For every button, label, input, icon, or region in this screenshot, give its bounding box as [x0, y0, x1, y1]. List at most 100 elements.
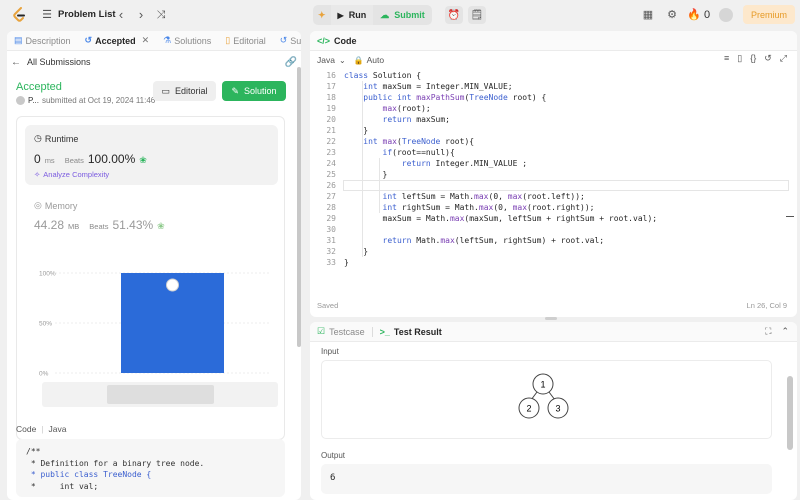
line-text: } [344, 170, 388, 179]
lock-icon: 🔒 [353, 55, 364, 65]
shuffle-icon[interactable]: ⤨ [154, 8, 168, 22]
code-editor-panel: </> Code Java ⌄ 🔒 Auto ≡ ▯ {} ↺ ⤢ 16 clas… [310, 31, 797, 317]
braces-icon[interactable]: {} [750, 53, 756, 64]
all-submissions-link[interactable]: All Submissions [27, 57, 91, 67]
editorial-button[interactable]: ▭ Editorial [153, 81, 216, 101]
layout-icon[interactable]: ▦ [641, 8, 655, 22]
solution-button[interactable]: ✎ Solution [222, 81, 286, 101]
tab-submissions[interactable]: ↺ Submi [273, 31, 301, 51]
code-line[interactable]: 28 int rightSum = Math.max(0, max(root.r… [310, 202, 797, 213]
submitted-code[interactable]: /** * Definition for a binary tree node.… [16, 439, 285, 497]
code-line[interactable]: 29 maxSum = Math.max(maxSum, leftSum + r… [310, 213, 797, 224]
code-line[interactable]: 16 class Solution { [310, 70, 797, 81]
line-text: return Math.max(leftSum, rightSum) + roo… [382, 236, 605, 245]
tree-node-root: 1 [532, 373, 554, 395]
problem-list-icon[interactable]: ☰ [40, 8, 54, 22]
code-line[interactable]: 22 int max(TreeNode root){ [310, 136, 797, 147]
line-number: 19 [326, 104, 336, 113]
leetcode-logo-icon[interactable] [13, 7, 26, 23]
line-number: 20 [326, 115, 336, 124]
bookmark-icon[interactable]: ▯ [737, 53, 742, 64]
auto-mode[interactable]: Auto [367, 55, 385, 65]
tab-accepted[interactable]: ↺ Accepted ✕ [78, 31, 157, 51]
submission-status: Accepted [16, 81, 62, 93]
code-icon: </> [317, 35, 331, 46]
chart-range-thumb[interactable] [107, 385, 214, 404]
checkbox-icon: ☑ [317, 326, 326, 336]
flask-icon: ⚗ [163, 35, 172, 45]
settings-gear-icon[interactable]: ⚙ [665, 8, 679, 22]
close-icon[interactable]: ✕ [142, 35, 150, 46]
arrow-left-icon[interactable]: ← [11, 57, 21, 68]
language-select[interactable]: Java [317, 55, 335, 65]
line-text: public int maxPathSum(TreeNode root) { [363, 93, 547, 102]
tab-editorial[interactable]: ▯ Editorial [218, 31, 272, 51]
username[interactable]: P... [28, 96, 39, 105]
format-icon[interactable]: ≡ [724, 53, 729, 64]
note-icon: 🗒 [470, 9, 484, 21]
tree-node-left: 2 [518, 397, 540, 419]
panel-resize-handle[interactable] [545, 317, 557, 320]
editor-toolbar: Java ⌄ 🔒 Auto ≡ ▯ {} ↺ ⤢ [310, 51, 797, 69]
code-line[interactable]: 23 if(root==null){ [310, 147, 797, 158]
run-button[interactable]: ▶ Run [330, 5, 374, 25]
line-text: if(root==null){ [382, 148, 455, 157]
line-number: 26 [326, 181, 336, 190]
code-line[interactable]: 19 max(root); [310, 103, 797, 114]
code-line[interactable]: 17 int maxSum = Integer.MIN_VALUE; [310, 81, 797, 92]
code-line[interactable]: 30 [310, 224, 797, 235]
chart-range-slider[interactable] [42, 382, 278, 407]
tab-test-result[interactable]: >_ Test Result [373, 327, 449, 337]
history-icon: ↺ [84, 35, 93, 45]
submit-button[interactable]: ☁ Submit [373, 5, 432, 25]
editor-actions: ≡ ▯ {} ↺ ⤢ [724, 53, 787, 64]
line-text: max(root); [382, 104, 431, 113]
analyze-complexity-link[interactable]: ✧ Analyze Complexity [34, 170, 109, 179]
runtime-box[interactable]: ◷ Runtime 0 ms Beats 100.00% ❀ ✧ Analyze… [25, 125, 278, 185]
collapse-icon[interactable]: ⌃ [781, 326, 789, 337]
code-line[interactable]: 18 public int maxPathSum(TreeNode root) … [310, 92, 797, 103]
cloud-upload-icon: ☁ [380, 9, 390, 20]
avatar[interactable] [719, 8, 733, 22]
debug-icon[interactable]: ✦ [313, 5, 331, 25]
code-line[interactable]: 33} [310, 257, 797, 268]
code-line[interactable]: 26 [310, 180, 797, 191]
memory-label[interactable]: ◎ Memory [34, 200, 77, 211]
left-scrollbar[interactable] [297, 67, 301, 347]
code-line[interactable]: 31 return Math.max(leftSum, rightSum) + … [310, 235, 797, 246]
line-number: 32 [326, 247, 336, 256]
line-number: 25 [326, 170, 336, 179]
problem-list-link[interactable]: Problem List [58, 9, 116, 20]
timer-button[interactable]: ⏰ [445, 6, 463, 24]
streak-count[interactable]: 0 [700, 8, 714, 22]
fullscreen-icon[interactable]: ⤢ [780, 53, 787, 64]
svg-text:1: 1 [540, 380, 545, 390]
reset-icon[interactable]: ↺ [764, 53, 772, 64]
user-avatar[interactable] [16, 96, 25, 105]
line-text: class Solution { [344, 71, 422, 80]
indent-guide [362, 81, 363, 257]
tab-description[interactable]: ▤ Description [7, 31, 78, 51]
test-result-panel: ☑ Testcase >_ Test Result ⛶ ⌃ Input 1 2 [310, 322, 797, 500]
code-area[interactable]: 16 class Solution {17 int maxSum = Intege… [310, 70, 797, 268]
code-line[interactable]: 21 } [310, 125, 797, 136]
svg-text:3: 3 [555, 404, 560, 414]
notes-button[interactable]: 🗒 [468, 6, 486, 24]
next-problem-icon[interactable]: › [134, 8, 148, 22]
code-line[interactable]: 32 } [310, 246, 797, 257]
svg-text:2: 2 [526, 404, 531, 414]
link-icon[interactable]: 🔗 [285, 57, 297, 68]
code-line[interactable]: 25 } [310, 169, 797, 180]
prev-problem-icon[interactable]: ‹ [114, 8, 128, 22]
tab-testcase[interactable]: ☑ Testcase [310, 326, 372, 337]
result-scrollbar[interactable] [787, 376, 793, 450]
code-line[interactable]: 24 return Integer.MIN_VALUE ; [310, 158, 797, 169]
terminal-icon: >_ [379, 326, 390, 337]
chevron-down-icon[interactable]: ⌄ [339, 56, 346, 65]
premium-button[interactable]: Premium [743, 5, 795, 24]
tab-solutions[interactable]: ⚗ Solutions [156, 31, 218, 51]
code-line[interactable]: 20 return maxSum; [310, 114, 797, 125]
expand-icon[interactable]: ⛶ [765, 326, 771, 337]
run-toolbar: ✦ ▶ Run ☁ Submit [313, 5, 432, 25]
code-line[interactable]: 27 int leftSum = Math.max(0, max(root.le… [310, 191, 797, 202]
